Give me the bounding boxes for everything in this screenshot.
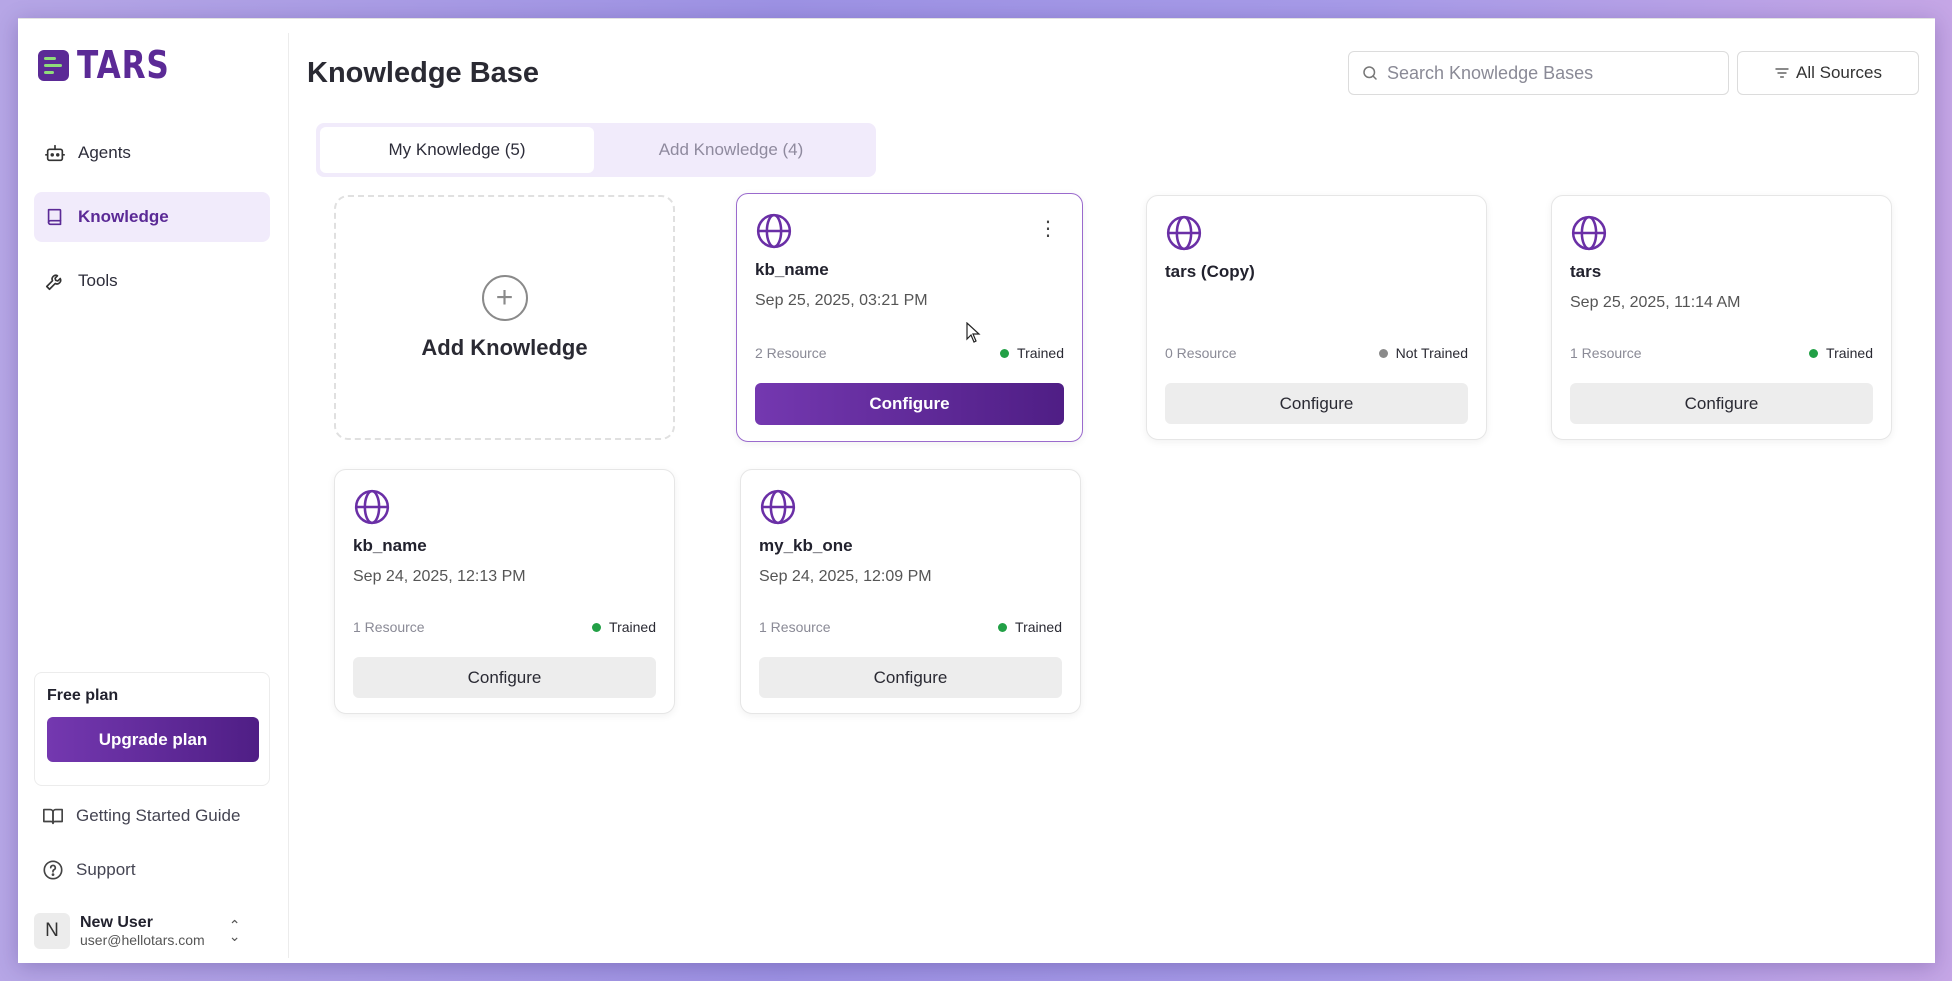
- user-menu[interactable]: N New User user@hellotars.com ⌃ ⌄: [34, 913, 240, 949]
- sidebar-item-agents[interactable]: Agents: [34, 128, 270, 178]
- knowledge-card[interactable]: my_kb_one Sep 24, 2025, 12:09 PM 1 Resou…: [740, 469, 1081, 714]
- configure-button[interactable]: Configure: [353, 657, 656, 698]
- configure-button[interactable]: Configure: [759, 657, 1062, 698]
- status-badge: Trained: [1000, 345, 1064, 361]
- kb-resource-count: 2 Resource: [755, 345, 827, 361]
- kb-resource-count: 0 Resource: [1165, 345, 1237, 361]
- sidebar-item-label: Agents: [78, 143, 131, 162]
- status-label: Trained: [1826, 345, 1873, 361]
- getting-started-label: Getting Started Guide: [76, 806, 241, 825]
- configure-button[interactable]: Configure: [1570, 383, 1873, 424]
- sidebar-item-knowledge[interactable]: Knowledge: [34, 192, 270, 242]
- sidebar-item-label: Knowledge: [78, 207, 169, 226]
- globe-icon: [354, 489, 390, 525]
- user-email: user@hellotars.com: [80, 932, 205, 948]
- support-label: Support: [76, 860, 136, 879]
- status-dot: [592, 622, 602, 632]
- avatar: N: [34, 913, 70, 949]
- kb-date: Sep 24, 2025, 12:13 PM: [353, 568, 526, 585]
- kb-name: kb_name: [755, 260, 829, 279]
- add-knowledge-card[interactable]: + Add Knowledge: [334, 195, 675, 440]
- configure-button[interactable]: Configure: [1165, 383, 1468, 424]
- sidebar-item-tools[interactable]: Tools: [34, 256, 270, 306]
- configure-button[interactable]: Configure: [755, 383, 1064, 425]
- status-label: Trained: [609, 619, 656, 635]
- open-book-icon: [43, 808, 63, 825]
- knowledge-tabs: My Knowledge (5) Add Knowledge (4): [316, 123, 876, 177]
- status-badge: Trained: [592, 619, 656, 635]
- status-label: Trained: [1015, 619, 1062, 635]
- kb-name: kb_name: [353, 536, 427, 555]
- status-dot: [1809, 348, 1819, 358]
- kb-date: Sep 25, 2025, 11:14 AM: [1570, 294, 1741, 311]
- plan-title: Free plan: [47, 687, 119, 704]
- kb-resource-count: 1 Resource: [1570, 345, 1642, 361]
- kb-name: tars (Copy): [1165, 262, 1255, 281]
- kb-name: tars: [1570, 262, 1602, 281]
- search-icon: [1363, 66, 1377, 80]
- page-title: Knowledge Base: [307, 57, 540, 89]
- app-window: TARS Agents Knowledge Tools Free plan Up…: [18, 18, 1935, 963]
- globe-icon: [1571, 215, 1607, 251]
- filter-icon: [1775, 68, 1789, 78]
- knowledge-card[interactable]: ⋮ kb_name Sep 25, 2025, 03:21 PM 2 Resou…: [736, 193, 1083, 442]
- search-input[interactable]: [1387, 62, 1717, 84]
- globe-icon: [1166, 215, 1202, 251]
- getting-started-link[interactable]: Getting Started Guide: [42, 805, 240, 827]
- globe-icon: [756, 213, 792, 249]
- more-vertical-icon[interactable]: ⋮: [1038, 219, 1058, 239]
- status-badge: Trained: [998, 619, 1062, 635]
- all-sources-filter-button[interactable]: All Sources: [1737, 51, 1919, 95]
- globe-icon: [760, 489, 796, 525]
- status-label: Trained: [1017, 345, 1064, 361]
- tab-add-knowledge[interactable]: Add Knowledge (4): [594, 127, 868, 173]
- sidebar-item-label: Tools: [78, 271, 118, 290]
- tab-my-knowledge[interactable]: My Knowledge (5): [320, 127, 594, 173]
- status-label: Not Trained: [1395, 345, 1468, 361]
- status-badge: Not Trained: [1378, 345, 1468, 361]
- upgrade-plan-button[interactable]: Upgrade plan: [47, 717, 259, 762]
- kb-resource-count: 1 Resource: [353, 619, 425, 635]
- user-name: New User: [80, 914, 153, 931]
- book-icon: [47, 208, 62, 226]
- sidebar: TARS Agents Knowledge Tools Free plan Up…: [18, 33, 289, 958]
- kb-resource-count: 1 Resource: [759, 619, 831, 635]
- logo-text: TARS: [77, 43, 170, 87]
- add-knowledge-label: Add Knowledge: [421, 334, 588, 360]
- status-dot: [998, 622, 1008, 632]
- logo[interactable]: TARS: [38, 43, 190, 87]
- knowledge-card[interactable]: kb_name Sep 24, 2025, 12:13 PM 1 Resourc…: [334, 469, 675, 714]
- plus-icon: +: [481, 274, 528, 321]
- filter-label: All Sources: [1796, 63, 1882, 82]
- wrench-icon: [45, 274, 62, 291]
- kb-date: Sep 25, 2025, 03:21 PM: [755, 292, 928, 309]
- kb-date: Sep 24, 2025, 12:09 PM: [759, 568, 932, 585]
- plan-box: Free plan Upgrade plan: [34, 672, 270, 786]
- search-box[interactable]: [1348, 51, 1729, 95]
- tars-logo-icon: [38, 49, 69, 81]
- status-badge: Trained: [1809, 345, 1873, 361]
- kb-name: my_kb_one: [759, 536, 853, 555]
- status-dot: [1378, 348, 1388, 358]
- chevron-up-down-icon: ⌃ ⌄: [228, 916, 241, 944]
- mouse-cursor-icon: [966, 322, 981, 343]
- robot-icon: [45, 144, 65, 162]
- knowledge-card[interactable]: tars Sep 25, 2025, 11:14 AM 1 Resource T…: [1551, 195, 1892, 440]
- knowledge-card[interactable]: tars (Copy) 0 Resource Not Trained Confi…: [1146, 195, 1487, 440]
- help-circle-icon: [43, 860, 63, 880]
- support-link[interactable]: Support: [42, 859, 136, 881]
- status-dot: [1000, 348, 1010, 358]
